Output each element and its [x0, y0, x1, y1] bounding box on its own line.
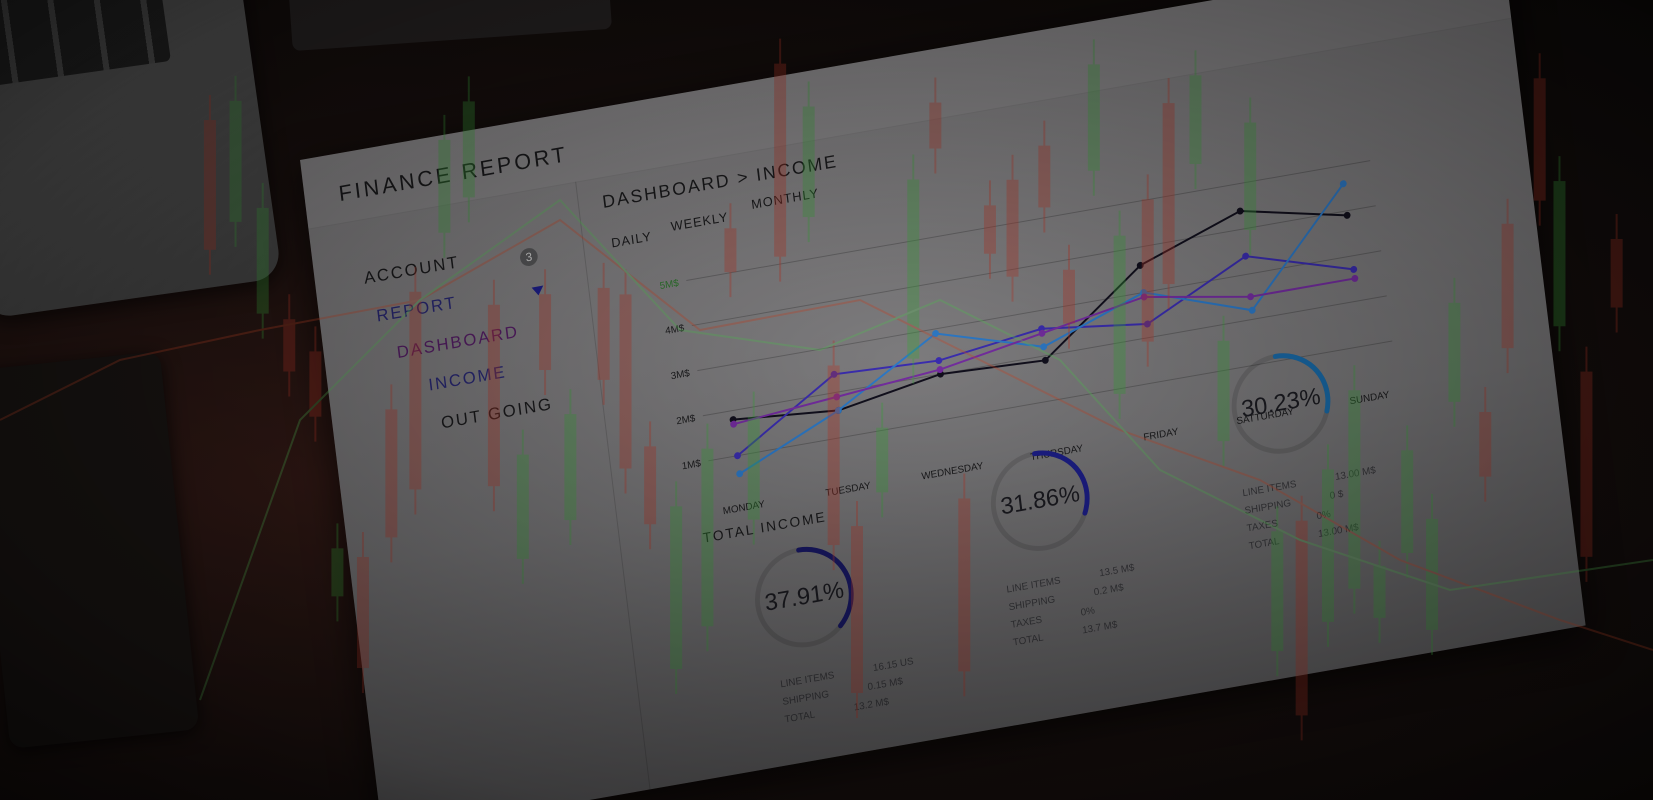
- stat-label: TOTAL: [1012, 632, 1045, 649]
- stats-block-1: LINE ITEMS 16.15 US SHIPPING 0.15 M$ TOTAL…: [779, 653, 919, 729]
- x-tick-label: FRIDAY: [1143, 426, 1180, 443]
- range-weekly: WEEKLY: [669, 209, 730, 234]
- range-monthly: MONTHLY: [750, 185, 820, 212]
- y-tick-label: 4M$: [665, 323, 686, 337]
- stats-block-2: LINE ITEMS 13.5 M$ SHIPPING 0.2 M$ TAXES 0%…: [1006, 560, 1142, 653]
- data-point: [1343, 211, 1351, 219]
- laptop-keyboard: [0, 0, 171, 89]
- income-ring-1: 37.91%: [744, 534, 864, 661]
- stats-block-3: LINE ITEMS 13.00 M$ SHIPPING 0 $ TAXES 0% T…: [1242, 462, 1384, 556]
- stat-label: TOTAL: [1248, 536, 1281, 553]
- nav-item-outgoing: OUT GOING: [440, 394, 554, 433]
- caret-down-icon: [531, 285, 545, 297]
- ring-2-value: 31.86%: [999, 480, 1082, 521]
- laptop: [0, 0, 283, 320]
- x-tick-label: SUNDAY: [1349, 389, 1390, 407]
- y-tick-label: 5M$: [659, 278, 680, 292]
- data-point: [1247, 293, 1255, 301]
- gridline: [691, 205, 1376, 327]
- data-point: [1040, 343, 1048, 351]
- x-tick-label: WEDNESDAY: [921, 461, 985, 483]
- income-ring-2: 31.86%: [980, 438, 1100, 565]
- nav-item-account: ACCOUNT: [362, 252, 461, 288]
- y-tick-label: 2M$: [676, 413, 697, 427]
- y-tick-label: 3M$: [670, 368, 691, 382]
- income-ring-3: 30.23%: [1221, 340, 1341, 467]
- nav-item-dashboard: DASHBOARD: [395, 322, 520, 363]
- x-tick-label: TUESDAY: [825, 480, 872, 499]
- data-point: [935, 357, 943, 365]
- ring-1-value: 37.91%: [763, 576, 846, 617]
- x-tick-label: MONDAY: [722, 499, 766, 517]
- nav-item-report: REPORT: [375, 292, 458, 326]
- photo-scene: FINANCE REPORT ACCOUNT REPORT 3 DASHBOAR…: [0, 0, 1653, 800]
- data-point: [1350, 265, 1358, 273]
- data-point: [1351, 274, 1359, 282]
- stat-value: 0 $: [1329, 488, 1344, 502]
- data-point: [1236, 207, 1244, 215]
- ring-3-value: 30.23%: [1239, 382, 1323, 424]
- y-tick-label: 1M$: [681, 458, 702, 472]
- report-count-badge: 3: [519, 246, 539, 268]
- range-daily: DAILY: [610, 228, 653, 251]
- stat-label: TOTAL: [784, 709, 816, 726]
- data-point: [833, 393, 841, 401]
- nav-item-income: INCOME: [427, 362, 508, 395]
